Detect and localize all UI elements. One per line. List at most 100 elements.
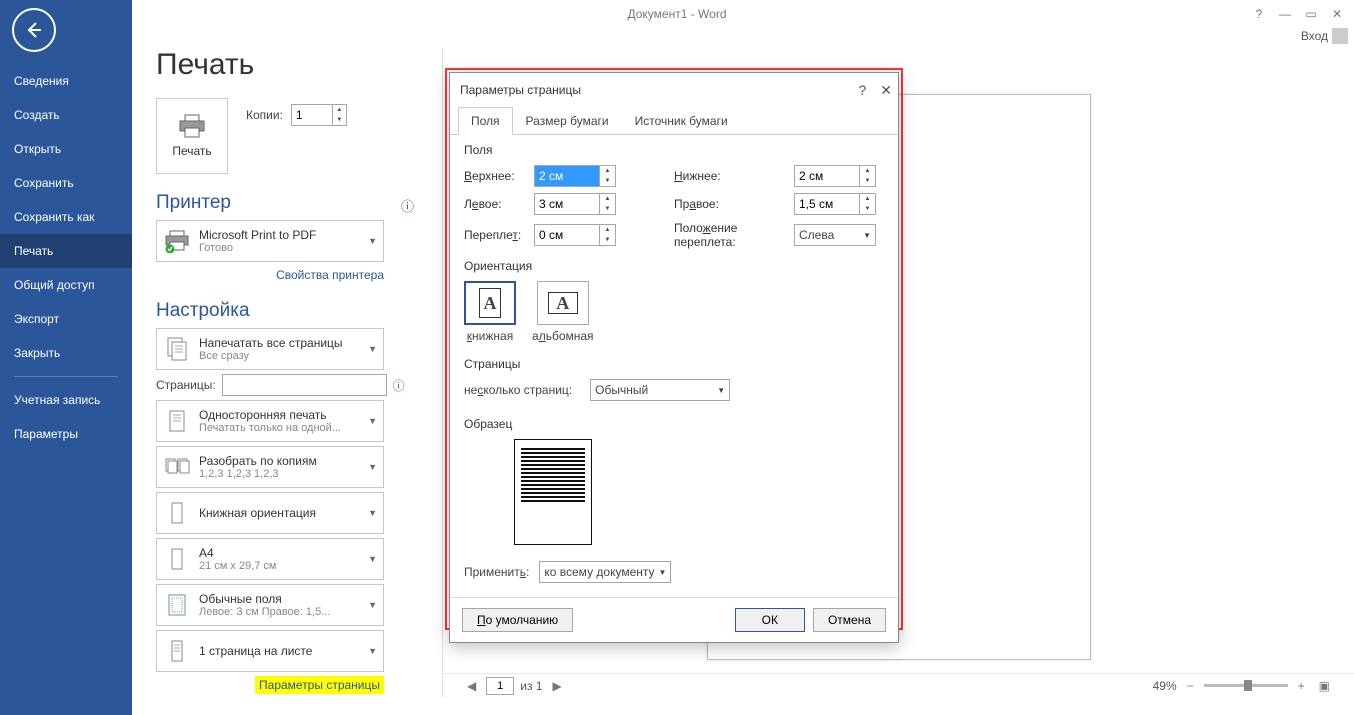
printer-properties-link[interactable]: Свойства принтера: [276, 268, 384, 282]
gutter-spinner[interactable]: ▲▼: [534, 224, 616, 246]
sidebar-item-share[interactable]: Общий доступ: [0, 268, 132, 302]
close-icon[interactable]: ✕: [1324, 4, 1350, 24]
multi-pages-combo[interactable]: Обычный▼: [590, 379, 730, 401]
dialog-help-icon[interactable]: ?: [858, 82, 866, 99]
orientation-landscape[interactable]: A альбомная: [532, 281, 594, 343]
bottom-margin-spinner[interactable]: ▲▼: [794, 165, 876, 187]
spin-up-icon[interactable]: ▲: [600, 166, 615, 176]
print-button[interactable]: Печать: [156, 98, 228, 174]
sidebar-item-options[interactable]: Параметры: [0, 417, 132, 451]
chevron-down-icon: ▼: [368, 416, 377, 426]
sidebar-item-close[interactable]: Закрыть: [0, 336, 132, 370]
page-setup-dialog: Параметры страницы ? ✕ Поля Размер бумаг…: [449, 72, 899, 643]
dialog-title: Параметры страницы: [460, 83, 581, 97]
print-button-label: Печать: [172, 144, 211, 158]
prev-page-icon[interactable]: ◀: [463, 679, 480, 693]
spin-up-icon[interactable]: ▲: [860, 194, 875, 204]
default-button[interactable]: По умолчанию: [462, 608, 573, 632]
spin-down-icon[interactable]: ▼: [333, 115, 346, 125]
sidebar-item-info[interactable]: Сведения: [0, 64, 132, 98]
sidebar-item-export[interactable]: Экспорт: [0, 302, 132, 336]
sidebar-item-print[interactable]: Печать: [0, 234, 132, 268]
cancel-button[interactable]: Отмена: [813, 608, 886, 632]
spin-up-icon[interactable]: ▲: [600, 225, 615, 235]
zoom-slider[interactable]: [1204, 684, 1288, 687]
spin-down-icon[interactable]: ▼: [600, 235, 615, 245]
orientation-select[interactable]: Книжная ориентация ▼: [156, 492, 384, 534]
back-button[interactable]: [12, 8, 56, 52]
zoom-out-icon[interactable]: −: [1183, 679, 1198, 693]
gutter-position-combo[interactable]: Слева▼: [794, 224, 876, 246]
spin-up-icon[interactable]: ▲: [600, 194, 615, 204]
settings-heading: Настройка: [156, 300, 442, 322]
help-icon[interactable]: ?: [1246, 4, 1272, 24]
sidebar-item-account[interactable]: Учетная запись: [0, 383, 132, 417]
left-margin-spinner[interactable]: ▲▼: [534, 193, 616, 215]
right-margin-label: Правое:: [674, 197, 794, 211]
chevron-down-icon: ▼: [717, 386, 725, 395]
portrait-icon: [163, 499, 191, 527]
copies-input[interactable]: [292, 105, 332, 125]
spin-up-icon[interactable]: ▲: [860, 166, 875, 176]
printer-heading: Принтерⓘ: [156, 192, 442, 214]
sample-label: Образец: [464, 417, 884, 431]
sidebar-item-saveas[interactable]: Сохранить как: [0, 200, 132, 234]
spin-down-icon[interactable]: ▼: [860, 176, 875, 186]
ok-button[interactable]: ОК: [735, 608, 805, 632]
sides-select[interactable]: Односторонняя печатьПечатать только на о…: [156, 400, 384, 442]
tab-source[interactable]: Источник бумаги: [622, 107, 741, 135]
chevron-down-icon: ▼: [863, 231, 871, 240]
pages-input[interactable]: [222, 374, 387, 396]
top-margin-spinner[interactable]: ▲▼: [534, 165, 616, 187]
top-margin-label: Верхнее:: [464, 169, 534, 183]
copies-spinner[interactable]: ▲▼: [291, 104, 347, 126]
orientation-portrait[interactable]: A книжная: [464, 281, 516, 343]
collate-select[interactable]: Разобрать по копиям1,2,3 1,2,3 1,2,3 ▼: [156, 446, 384, 488]
page-total-label: из 1: [520, 679, 542, 693]
minimize-icon[interactable]: —: [1272, 4, 1298, 24]
spin-up-icon[interactable]: ▲: [333, 105, 346, 115]
avatar-icon[interactable]: [1332, 28, 1348, 44]
next-page-icon[interactable]: ▶: [548, 679, 565, 693]
right-margin-spinner[interactable]: ▲▼: [794, 193, 876, 215]
sidebar-item-save[interactable]: Сохранить: [0, 166, 132, 200]
printer-icon: [178, 114, 206, 138]
collate-icon: [163, 453, 191, 481]
arrow-left-icon: [24, 20, 44, 40]
pages-per-sheet-select[interactable]: 1 страница на листе ▼: [156, 630, 384, 672]
restore-icon[interactable]: ▭: [1298, 4, 1324, 24]
zoom-in-icon[interactable]: +: [1294, 679, 1309, 693]
sample-preview: [514, 439, 592, 545]
spin-down-icon[interactable]: ▼: [600, 204, 615, 214]
gutter-label: Переплет:: [464, 228, 534, 242]
apply-to-combo[interactable]: ко всему документу▼: [539, 561, 671, 583]
sign-in-label[interactable]: Вход: [1301, 29, 1328, 43]
printer-select[interactable]: Microsoft Print to PDFГотово ▼: [156, 220, 384, 262]
single-side-icon: [163, 407, 191, 435]
printer-ready-icon: [163, 227, 191, 255]
chevron-down-icon: ▼: [368, 646, 377, 656]
margins-select[interactable]: Обычные поляЛевое: 3 см Правое: 1,5... ▼: [156, 584, 384, 626]
print-range-select[interactable]: Напечатать все страницыВсе сразу ▼: [156, 328, 384, 370]
chevron-down-icon: ▼: [368, 462, 377, 472]
tab-paper[interactable]: Размер бумаги: [513, 107, 622, 135]
dialog-close-icon[interactable]: ✕: [880, 82, 892, 99]
info-icon[interactable]: ⓘ: [393, 377, 405, 394]
sidebar-item-open[interactable]: Открыть: [0, 132, 132, 166]
chevron-down-icon: ▼: [658, 568, 666, 577]
copies-label: Копии:: [246, 108, 283, 122]
spin-down-icon[interactable]: ▼: [600, 176, 615, 186]
sidebar-item-new[interactable]: Создать: [0, 98, 132, 132]
spin-down-icon[interactable]: ▼: [860, 204, 875, 214]
zoom-value: 49%: [1153, 679, 1177, 693]
page-number-input[interactable]: [486, 677, 514, 695]
fit-page-icon[interactable]: ▣: [1315, 679, 1334, 693]
paper-size-select[interactable]: A421 см x 29,7 см ▼: [156, 538, 384, 580]
chevron-down-icon: ▼: [368, 236, 377, 246]
info-icon[interactable]: ⓘ: [401, 196, 414, 215]
portrait-label: книжная: [467, 329, 513, 343]
page-setup-link[interactable]: Параметры страницы: [255, 676, 384, 694]
tab-margins[interactable]: Поля: [458, 107, 513, 135]
chevron-down-icon: ▼: [368, 508, 377, 518]
landscape-label: альбомная: [532, 329, 594, 343]
